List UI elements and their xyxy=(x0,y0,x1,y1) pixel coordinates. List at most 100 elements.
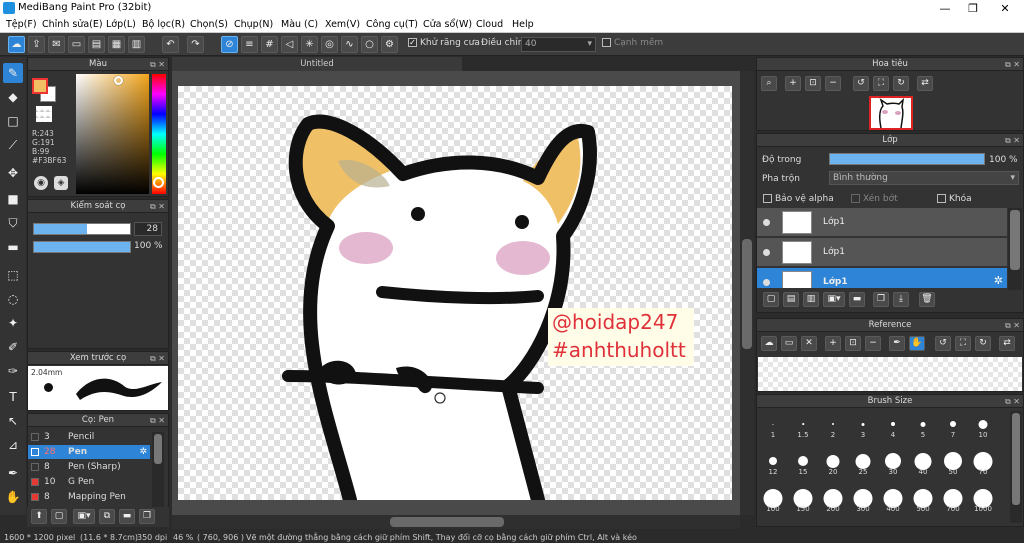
scroll-thumb[interactable] xyxy=(390,517,504,527)
visibility-icon[interactable] xyxy=(763,219,770,226)
scroll-thumb[interactable] xyxy=(154,434,162,464)
zoom-out-icon[interactable]: − xyxy=(825,76,841,91)
brush-item-g-pen[interactable]: 10 G Pen xyxy=(28,475,150,489)
flip-icon[interactable]: ⇄ xyxy=(999,336,1015,351)
brush-size-option[interactable]: 200 xyxy=(818,485,848,515)
protect-alpha-checkbox[interactable]: Bảo vệ alpha xyxy=(763,194,834,204)
duplicate-icon[interactable]: ❐ xyxy=(139,509,155,524)
lock-checkbox[interactable]: Khóa xyxy=(937,194,972,204)
menu-file[interactable]: Tệp(F) xyxy=(6,19,37,30)
brush-size-option[interactable]: 20 xyxy=(818,448,848,478)
brush-size-option[interactable]: 1 xyxy=(758,411,788,441)
navigator-thumbnail[interactable] xyxy=(869,96,913,130)
brush-size-option[interactable]: 2 xyxy=(818,411,848,441)
rotate-right-icon[interactable]: ↻ xyxy=(893,76,909,91)
brush-menu-icon[interactable]: ▣▾ xyxy=(73,509,95,524)
new-1bit-layer-icon[interactable]: ▥ xyxy=(803,292,819,307)
menu-edit[interactable]: Chỉnh sửa(E) xyxy=(42,19,103,30)
folder-icon[interactable]: ▬ xyxy=(849,292,865,307)
text-tool-icon[interactable]: T xyxy=(3,387,23,407)
flip-icon[interactable]: ⇄ xyxy=(917,76,933,91)
adjust-select[interactable]: 40 ▾ xyxy=(521,37,596,52)
fit-icon[interactable]: ⊡ xyxy=(805,76,821,91)
visibility-icon[interactable] xyxy=(763,249,770,256)
brush-size-slider[interactable] xyxy=(33,223,131,235)
brush-size-option[interactable]: 400 xyxy=(878,485,908,515)
grid-snap-icon[interactable]: # xyxy=(261,36,278,53)
brush-size-option[interactable]: 70 xyxy=(968,448,998,478)
brush-size-option[interactable]: 1000 xyxy=(968,485,998,515)
rectangle-tool-icon[interactable]: □ xyxy=(3,111,23,131)
soft-edge-checkbox[interactable]: Cạnh mềm xyxy=(602,38,663,48)
zoom-out-icon[interactable]: − xyxy=(865,336,881,351)
brush-size-option[interactable]: 25 xyxy=(848,448,878,478)
layer-row-active[interactable]: Lớp1 ✲ xyxy=(757,268,1007,289)
page-icon[interactable]: ▥ xyxy=(128,36,145,53)
brush-size-option[interactable]: 1.5 xyxy=(788,411,818,441)
close-button[interactable]: ✕ xyxy=(990,0,1020,17)
select-rect-tool-icon[interactable]: ⬚ xyxy=(3,265,23,285)
parallel-snap-icon[interactable]: ≡ xyxy=(241,36,258,53)
eyedropper-tool-icon[interactable]: ⊿ xyxy=(3,435,23,455)
minimize-button[interactable]: — xyxy=(930,0,960,17)
gradient-tool-icon[interactable]: ▬ xyxy=(3,237,23,257)
zoom-icon[interactable]: ⌕ xyxy=(761,76,777,91)
chat-icon[interactable]: ✉ xyxy=(48,36,65,53)
hue-slider[interactable] xyxy=(152,74,166,194)
brush-size-option[interactable]: 50 xyxy=(938,448,968,478)
brush-size-option[interactable]: 7 xyxy=(938,411,968,441)
select-eraser-tool-icon[interactable]: ✑ xyxy=(3,361,23,381)
primary-color-swatch[interactable] xyxy=(32,78,48,94)
layer-opacity-slider[interactable] xyxy=(829,153,985,165)
layer-row[interactable]: Lớp1 xyxy=(757,208,1007,237)
canvas-vertical-scrollbar[interactable] xyxy=(740,71,754,515)
clipping-checkbox[interactable]: Xén bớt xyxy=(851,194,898,204)
panel-options-icon[interactable]: ⧉ ✕ xyxy=(150,200,165,213)
color-picker-icon[interactable]: ◈ xyxy=(54,176,68,190)
menu-capture[interactable]: Chụp(N) xyxy=(234,19,273,30)
saturation-value-picker[interactable] xyxy=(76,74,149,194)
drawing-canvas[interactable] xyxy=(178,86,732,507)
brush-size-option[interactable]: 5 xyxy=(908,411,938,441)
lasso-tool-icon[interactable]: ◌ xyxy=(3,289,23,309)
cloud-open-icon[interactable]: ☁ xyxy=(761,336,777,351)
blend-mode-select[interactable]: Bình thường ▾ xyxy=(829,171,1019,185)
menu-filter[interactable]: Bộ lọc(R) xyxy=(142,19,185,30)
eyedropper-icon[interactable]: ✒ xyxy=(889,336,905,351)
bucket-tool-icon[interactable]: ⛉ xyxy=(3,213,23,233)
transparent-color-swatch[interactable] xyxy=(36,106,52,122)
layer-menu-icon[interactable]: ▣▾ xyxy=(823,292,845,307)
select-pen-tool-icon[interactable]: ✐ xyxy=(3,337,23,357)
hand-icon[interactable]: ✋ xyxy=(909,336,925,351)
canvas-horizontal-scrollbar[interactable] xyxy=(172,515,740,529)
scroll-thumb[interactable] xyxy=(742,239,752,349)
comment-icon[interactable]: ▭ xyxy=(68,36,85,53)
brush-item-pen[interactable]: 28 Pen ✲ xyxy=(28,445,150,459)
new-brush-icon[interactable]: ▢ xyxy=(51,509,67,524)
brush-size-option[interactable]: 100 xyxy=(758,485,788,515)
fit-window-icon[interactable]: ⛶ xyxy=(873,76,889,91)
menu-color[interactable]: Màu (C) xyxy=(281,19,318,30)
brush-size-option[interactable]: 10 xyxy=(968,411,998,441)
brush-size-value[interactable]: 28 xyxy=(134,222,162,236)
reference-canvas[interactable] xyxy=(758,357,1022,391)
brush-item-pencil[interactable]: 3 Pencil xyxy=(28,430,150,444)
brush-size-option[interactable]: 3 xyxy=(848,411,878,441)
open-folder-icon[interactable]: ▭ xyxy=(781,336,797,351)
perspective-snap-icon[interactable]: ◁ xyxy=(281,36,298,53)
brush-size-scrollbar[interactable] xyxy=(1010,411,1022,523)
cloud-icon[interactable]: ☁ xyxy=(8,36,25,53)
sv-cursor[interactable] xyxy=(114,76,123,85)
merge-layer-icon[interactable]: ⤓ xyxy=(893,292,909,307)
rotate-left-icon[interactable]: ↺ xyxy=(853,76,869,91)
duplicate-layer-icon[interactable]: ❐ xyxy=(873,292,889,307)
layer-scrollbar[interactable] xyxy=(1008,208,1022,290)
delete-layer-icon[interactable]: 🗑 xyxy=(919,292,935,307)
brush-item-pen-sharp[interactable]: 8 Pen (Sharp) xyxy=(28,460,150,474)
move-tool-icon[interactable]: ✥ xyxy=(3,163,23,183)
antialias-checkbox[interactable]: ✓ Khử răng cưa xyxy=(408,38,480,48)
scroll-thumb[interactable] xyxy=(1010,210,1020,270)
snap-off-icon[interactable]: ⊘ xyxy=(221,36,238,53)
brush-size-option[interactable]: 15 xyxy=(788,448,818,478)
hue-cursor[interactable] xyxy=(153,177,164,188)
